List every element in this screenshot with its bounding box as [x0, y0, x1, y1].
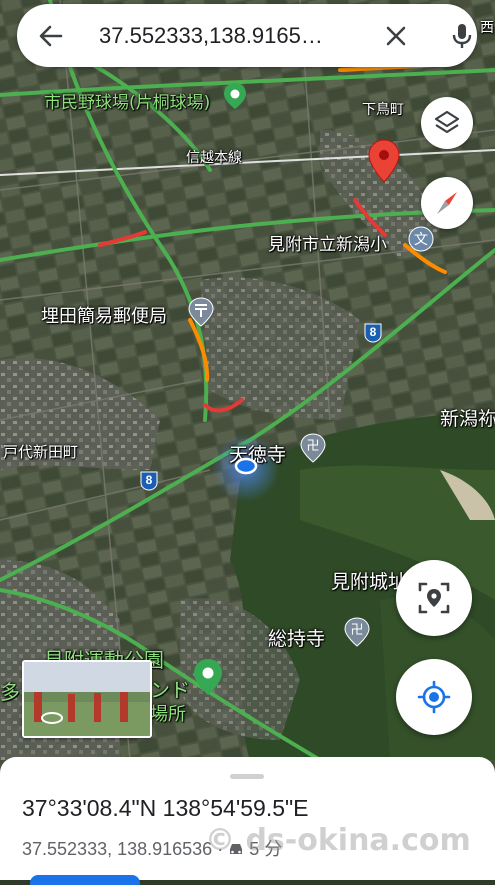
post-office-icon[interactable] — [188, 297, 214, 327]
railway-label: 信越本線 — [186, 150, 242, 166]
green-pin-icon[interactable] — [193, 658, 223, 696]
microphone-icon[interactable] — [447, 21, 477, 51]
svg-text:卍: 卍 — [350, 623, 363, 638]
layers-icon — [434, 110, 460, 134]
green-pin-icon[interactable] — [223, 82, 247, 110]
layers-button[interactable] — [421, 97, 473, 149]
route-8-number-2: 8 — [145, 473, 153, 487]
my-location-icon — [417, 680, 451, 714]
sports-park-label-2: ンド — [150, 678, 190, 702]
search-input[interactable]: 37.552333,138.9165… — [99, 4, 369, 67]
my-location-button[interactable] — [396, 659, 472, 735]
decimal-coordinates: 37.552333, 138.916536 — [22, 839, 213, 859]
directions-button[interactable] — [30, 875, 140, 885]
current-location-dot — [234, 457, 258, 475]
close-icon[interactable] — [383, 23, 409, 49]
manji-icon[interactable]: 卍 — [344, 617, 370, 647]
top-right-edge-label: 西 — [480, 20, 494, 36]
watermark: © ds-okina.com — [205, 823, 471, 858]
red-pin-icon[interactable] — [368, 139, 400, 183]
left-edge-label: 多 — [0, 680, 20, 704]
dms-coordinates: 37°33'08.4"N 138°54'59.5"E — [22, 795, 309, 821]
niigata-right-label: 新潟袮 — [440, 408, 495, 430]
svg-text:文: 文 — [414, 231, 428, 247]
compass-icon — [437, 192, 457, 214]
school-icon[interactable]: 文 — [408, 226, 434, 252]
route-8-shield: 8 — [364, 323, 382, 343]
compass-button[interactable] — [421, 177, 473, 229]
route-8-number: 8 — [369, 325, 377, 339]
street-view-thumbnail[interactable] — [22, 660, 152, 738]
stadium-label[interactable]: 市民野球場(片桐球場) — [44, 88, 210, 113]
lens-pin-icon — [418, 582, 450, 614]
sports-park-label-3: 場所 — [150, 704, 186, 725]
manji-icon[interactable]: 卍 — [300, 433, 326, 463]
school-label[interactable]: 見附市立新潟小 — [268, 230, 387, 255]
todai-shinden-label: 戸代新田町 — [3, 443, 79, 461]
route-8-shield-2: 8 — [140, 471, 158, 491]
post-office-label[interactable]: 埋田簡易郵便局 — [41, 302, 167, 328]
drag-handle[interactable] — [230, 774, 264, 779]
arrow-back-icon[interactable] — [37, 22, 65, 50]
shimotorimachi-label: 下鳥町 — [362, 102, 404, 118]
search-bar[interactable]: 37.552333,138.9165… — [17, 4, 477, 67]
svg-text:卍: 卍 — [306, 439, 319, 454]
place-bottom-sheet[interactable]: 37°33'08.4"N 138°54'59.5"E 37.552333, 13… — [0, 757, 495, 885]
soji-temple-label[interactable]: 総持寺 — [268, 624, 325, 651]
lens-button[interactable] — [396, 560, 472, 636]
